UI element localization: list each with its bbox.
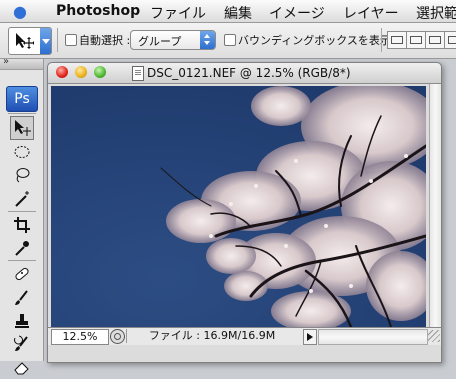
align-vcenter-button[interactable]	[406, 31, 426, 49]
close-button[interactable]	[56, 66, 68, 78]
divider	[8, 211, 36, 212]
magic-wand-icon[interactable]	[10, 187, 34, 211]
document-title: DSC_0121.NEF @ 12.5% (RGB/8*)	[147, 66, 351, 80]
status-menu-arrow-icon[interactable]	[303, 329, 317, 345]
healing-brush-icon[interactable]	[10, 262, 34, 286]
lasso-icon[interactable]	[10, 163, 34, 187]
options-bar: 自動選択 : グループ バウンディングボックスを表示	[0, 23, 456, 59]
auto-select-checkbox[interactable]	[65, 34, 77, 46]
document-titlebar[interactable]: DSC_0121.NEF @ 12.5% (RGB/8*)	[48, 63, 441, 84]
document-window: DSC_0121.NEF @ 12.5% (RGB/8*) 12.5% ファイル…	[47, 62, 442, 363]
toolbox-header[interactable]	[0, 56, 43, 70]
menu-image[interactable]: イメージ	[269, 3, 325, 23]
vertical-scrollbar[interactable]	[429, 84, 441, 327]
minimize-button[interactable]	[75, 66, 87, 78]
horizontal-scrollbar[interactable]	[318, 329, 428, 345]
toolbox: Ps	[0, 56, 44, 375]
divider	[8, 113, 36, 114]
file-size-status: ファイル : 16.9M/16.9M	[126, 329, 297, 343]
cherry-blossom-photo	[51, 86, 426, 327]
align-top-button[interactable]	[387, 31, 407, 49]
divider	[57, 28, 58, 52]
brush-icon[interactable]	[10, 286, 34, 310]
menu-edit[interactable]: 編集	[224, 3, 252, 23]
document-file-icon	[132, 66, 144, 81]
align-bottom-button[interactable]	[425, 31, 445, 49]
menu-layer[interactable]: レイヤー	[343, 3, 399, 23]
zoom-button[interactable]	[94, 66, 106, 78]
menu-file[interactable]: ファイル	[150, 3, 206, 23]
align-left-button[interactable]	[444, 31, 456, 49]
photoshop-logo[interactable]: Ps	[6, 86, 38, 112]
image-canvas[interactable]	[51, 86, 426, 327]
tool-preset-picker[interactable]	[8, 27, 52, 55]
auto-select-value: グループ	[138, 35, 182, 48]
status-bar: 12.5% ファイル : 16.9M/16.9M	[48, 327, 441, 345]
select-arrows-icon	[200, 31, 215, 49]
status-info-icon[interactable]	[110, 329, 125, 344]
clone-stamp-icon[interactable]	[10, 309, 34, 333]
zoom-level-field[interactable]: 12.5%	[51, 329, 109, 345]
resize-grip-icon[interactable]	[428, 330, 440, 342]
eraser-icon[interactable]	[10, 355, 34, 379]
divider	[8, 260, 36, 261]
history-brush-icon[interactable]	[10, 332, 34, 356]
menu-bar: ● Photoshop ファイル 編集 イメージ レイヤー 選択範	[0, 0, 456, 23]
auto-select-label: 自動選択 :	[79, 34, 131, 47]
divider	[381, 28, 382, 52]
move-tool-icon	[16, 33, 34, 49]
auto-select-dropdown[interactable]: グループ	[130, 30, 216, 50]
elliptical-marquee-icon[interactable]	[10, 140, 34, 164]
chevron-down-icon[interactable]	[40, 28, 51, 54]
move-tool-icon[interactable]	[10, 116, 34, 140]
menu-select[interactable]: 選択範	[416, 3, 456, 23]
bounding-box-checkbox[interactable]	[224, 34, 236, 46]
crop-icon[interactable]	[10, 213, 34, 237]
apple-menu-icon[interactable]: ●	[13, 2, 27, 21]
bounding-box-label: バウンディングボックスを表示	[238, 34, 391, 47]
eyedropper-icon[interactable]	[10, 236, 34, 260]
menu-app-photoshop[interactable]: Photoshop	[56, 3, 140, 19]
